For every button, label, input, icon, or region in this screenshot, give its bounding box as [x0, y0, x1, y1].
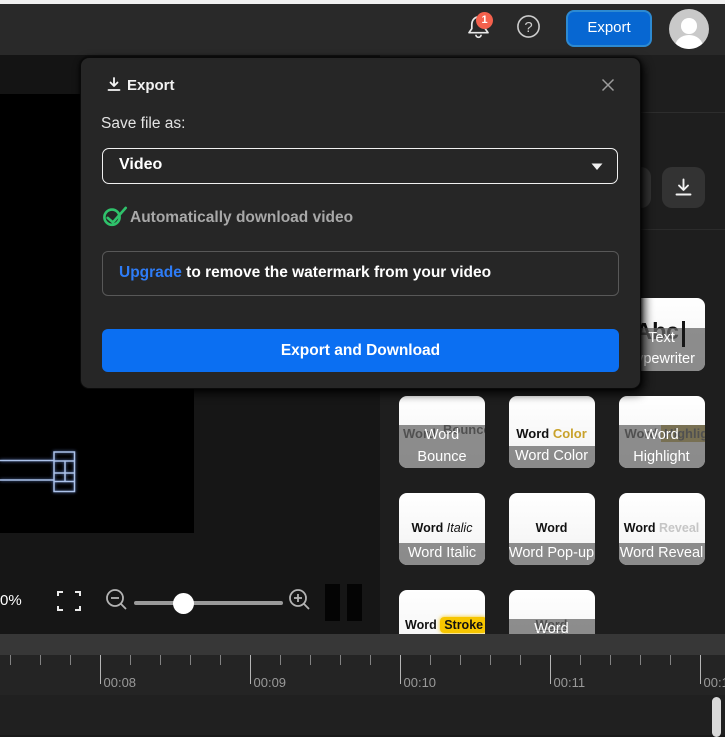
svg-text:?: ?: [524, 19, 532, 36]
